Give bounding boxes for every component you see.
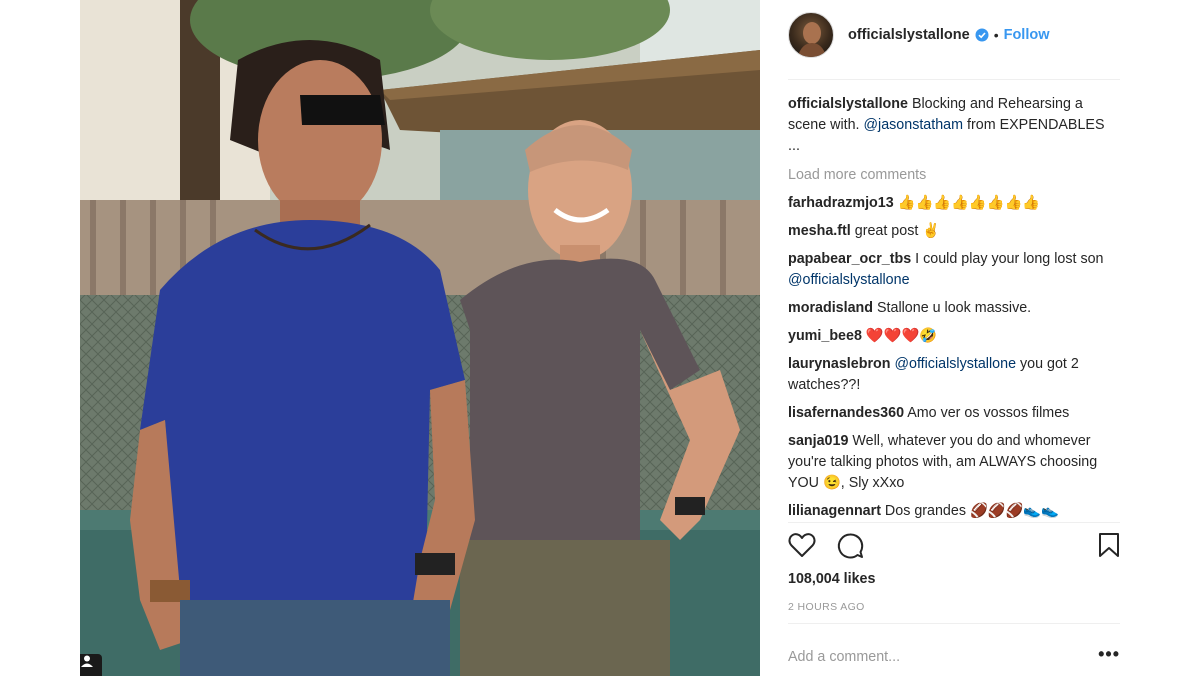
- caption-username[interactable]: officialslystallone: [788, 96, 908, 112]
- comment-item: yumi_bee8 ❤️❤️❤️🤣: [788, 326, 1120, 347]
- comment-item: mesha.ftl great post ✌: [788, 221, 1120, 242]
- comment-username[interactable]: farhadrazmjo13: [788, 195, 894, 211]
- comment-item: moradisland Stallone u look massive.: [788, 298, 1120, 319]
- comment-username[interactable]: lisafernandes360: [788, 405, 904, 421]
- comment-username[interactable]: sanja019: [788, 433, 848, 449]
- comment-text: ❤️❤️❤️🤣: [861, 328, 938, 344]
- likes-count[interactable]: 108,004 likes: [788, 571, 875, 587]
- comment-text: Amo ver os vossos filmes: [904, 405, 1070, 421]
- comment-text: Dos grandes 🏈🏈🏈👟👟: [880, 503, 1059, 519]
- add-comment-area: •••: [788, 645, 1120, 669]
- comment-username[interactable]: moradisland: [788, 300, 873, 316]
- post-header: officialslystallone • Follow: [788, 11, 1120, 59]
- verified-badge-icon: [975, 28, 989, 42]
- comment-username[interactable]: laurynaslebron: [788, 356, 891, 372]
- caption-mention[interactable]: @jasonstatham: [864, 117, 964, 133]
- comments-divider: [788, 522, 1120, 523]
- post-caption: officialslystallone Blocking and Rehears…: [788, 94, 1120, 157]
- comment-item: farhadrazmjo13 👍👍👍👍👍👍👍👍: [788, 193, 1120, 214]
- post-photo[interactable]: [80, 0, 760, 676]
- bookmark-icon[interactable]: [1098, 532, 1120, 563]
- post-side-panel: officialslystallone • Follow officialsly…: [788, 0, 1120, 676]
- add-comment-divider: [788, 623, 1120, 624]
- user-tag-icon[interactable]: [80, 654, 102, 676]
- post-photo-illustration: [80, 0, 760, 676]
- comment-mention[interactable]: @officialslystallone: [894, 356, 1016, 372]
- comment-text: I could play your long lost son: [911, 251, 1104, 267]
- follow-button[interactable]: Follow: [1004, 27, 1050, 43]
- comment-username[interactable]: mesha.ftl: [788, 223, 851, 239]
- more-options-icon[interactable]: •••: [1098, 645, 1120, 663]
- comment-icon[interactable]: [836, 532, 864, 565]
- author-username[interactable]: officialslystallone: [848, 27, 970, 43]
- separator-dot: •: [993, 27, 999, 43]
- post-timestamp[interactable]: 2 HOURS AGO: [788, 601, 865, 613]
- comment-item: laurynaslebron @officialslystallone you …: [788, 354, 1120, 396]
- comment-mention[interactable]: @officialslystallone: [788, 272, 910, 288]
- post-actions: [788, 532, 1120, 562]
- comment-item: lisafernandes360 Amo ver os vossos filme…: [788, 403, 1120, 424]
- comment-text: Stallone u look massive.: [873, 300, 1032, 316]
- comment-item: papabear_ocr_tbs I could play your long …: [788, 249, 1120, 291]
- comment-username[interactable]: papabear_ocr_tbs: [788, 251, 911, 267]
- comment-text: 👍👍👍👍👍👍👍👍: [893, 195, 1041, 211]
- comment-username[interactable]: lilianagennart: [788, 503, 881, 519]
- header-divider: [788, 79, 1120, 80]
- comment-text: great post ✌: [850, 223, 941, 239]
- comment-item: lilianagennart Dos grandes 🏈🏈🏈👟👟: [788, 501, 1120, 521]
- comments-list[interactable]: officialslystallone Blocking and Rehears…: [788, 94, 1120, 521]
- comment-username[interactable]: yumi_bee8: [788, 328, 862, 344]
- comment-item: sanja019 Well, whatever you do and whome…: [788, 431, 1120, 494]
- author-avatar[interactable]: [788, 12, 834, 58]
- load-more-comments-link[interactable]: Load more comments: [788, 165, 1120, 186]
- heart-icon[interactable]: [788, 532, 816, 563]
- add-comment-input[interactable]: [788, 649, 1088, 665]
